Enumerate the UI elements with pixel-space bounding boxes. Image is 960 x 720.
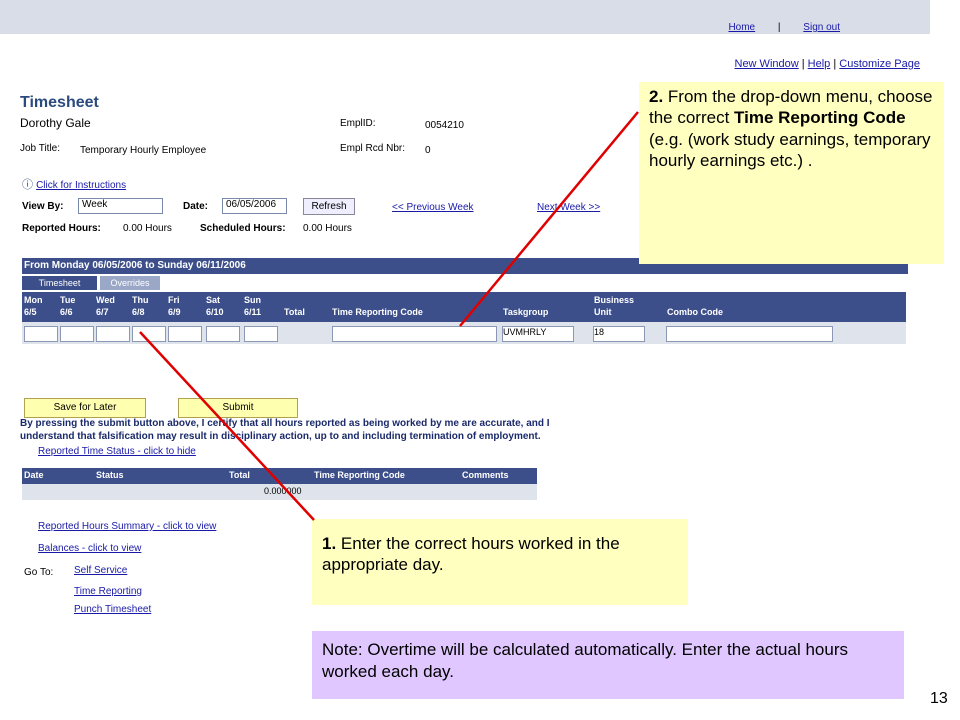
arrow-to-trc	[459, 111, 639, 327]
callout-arrows	[139, 111, 639, 521]
arrow-to-day	[139, 331, 315, 521]
